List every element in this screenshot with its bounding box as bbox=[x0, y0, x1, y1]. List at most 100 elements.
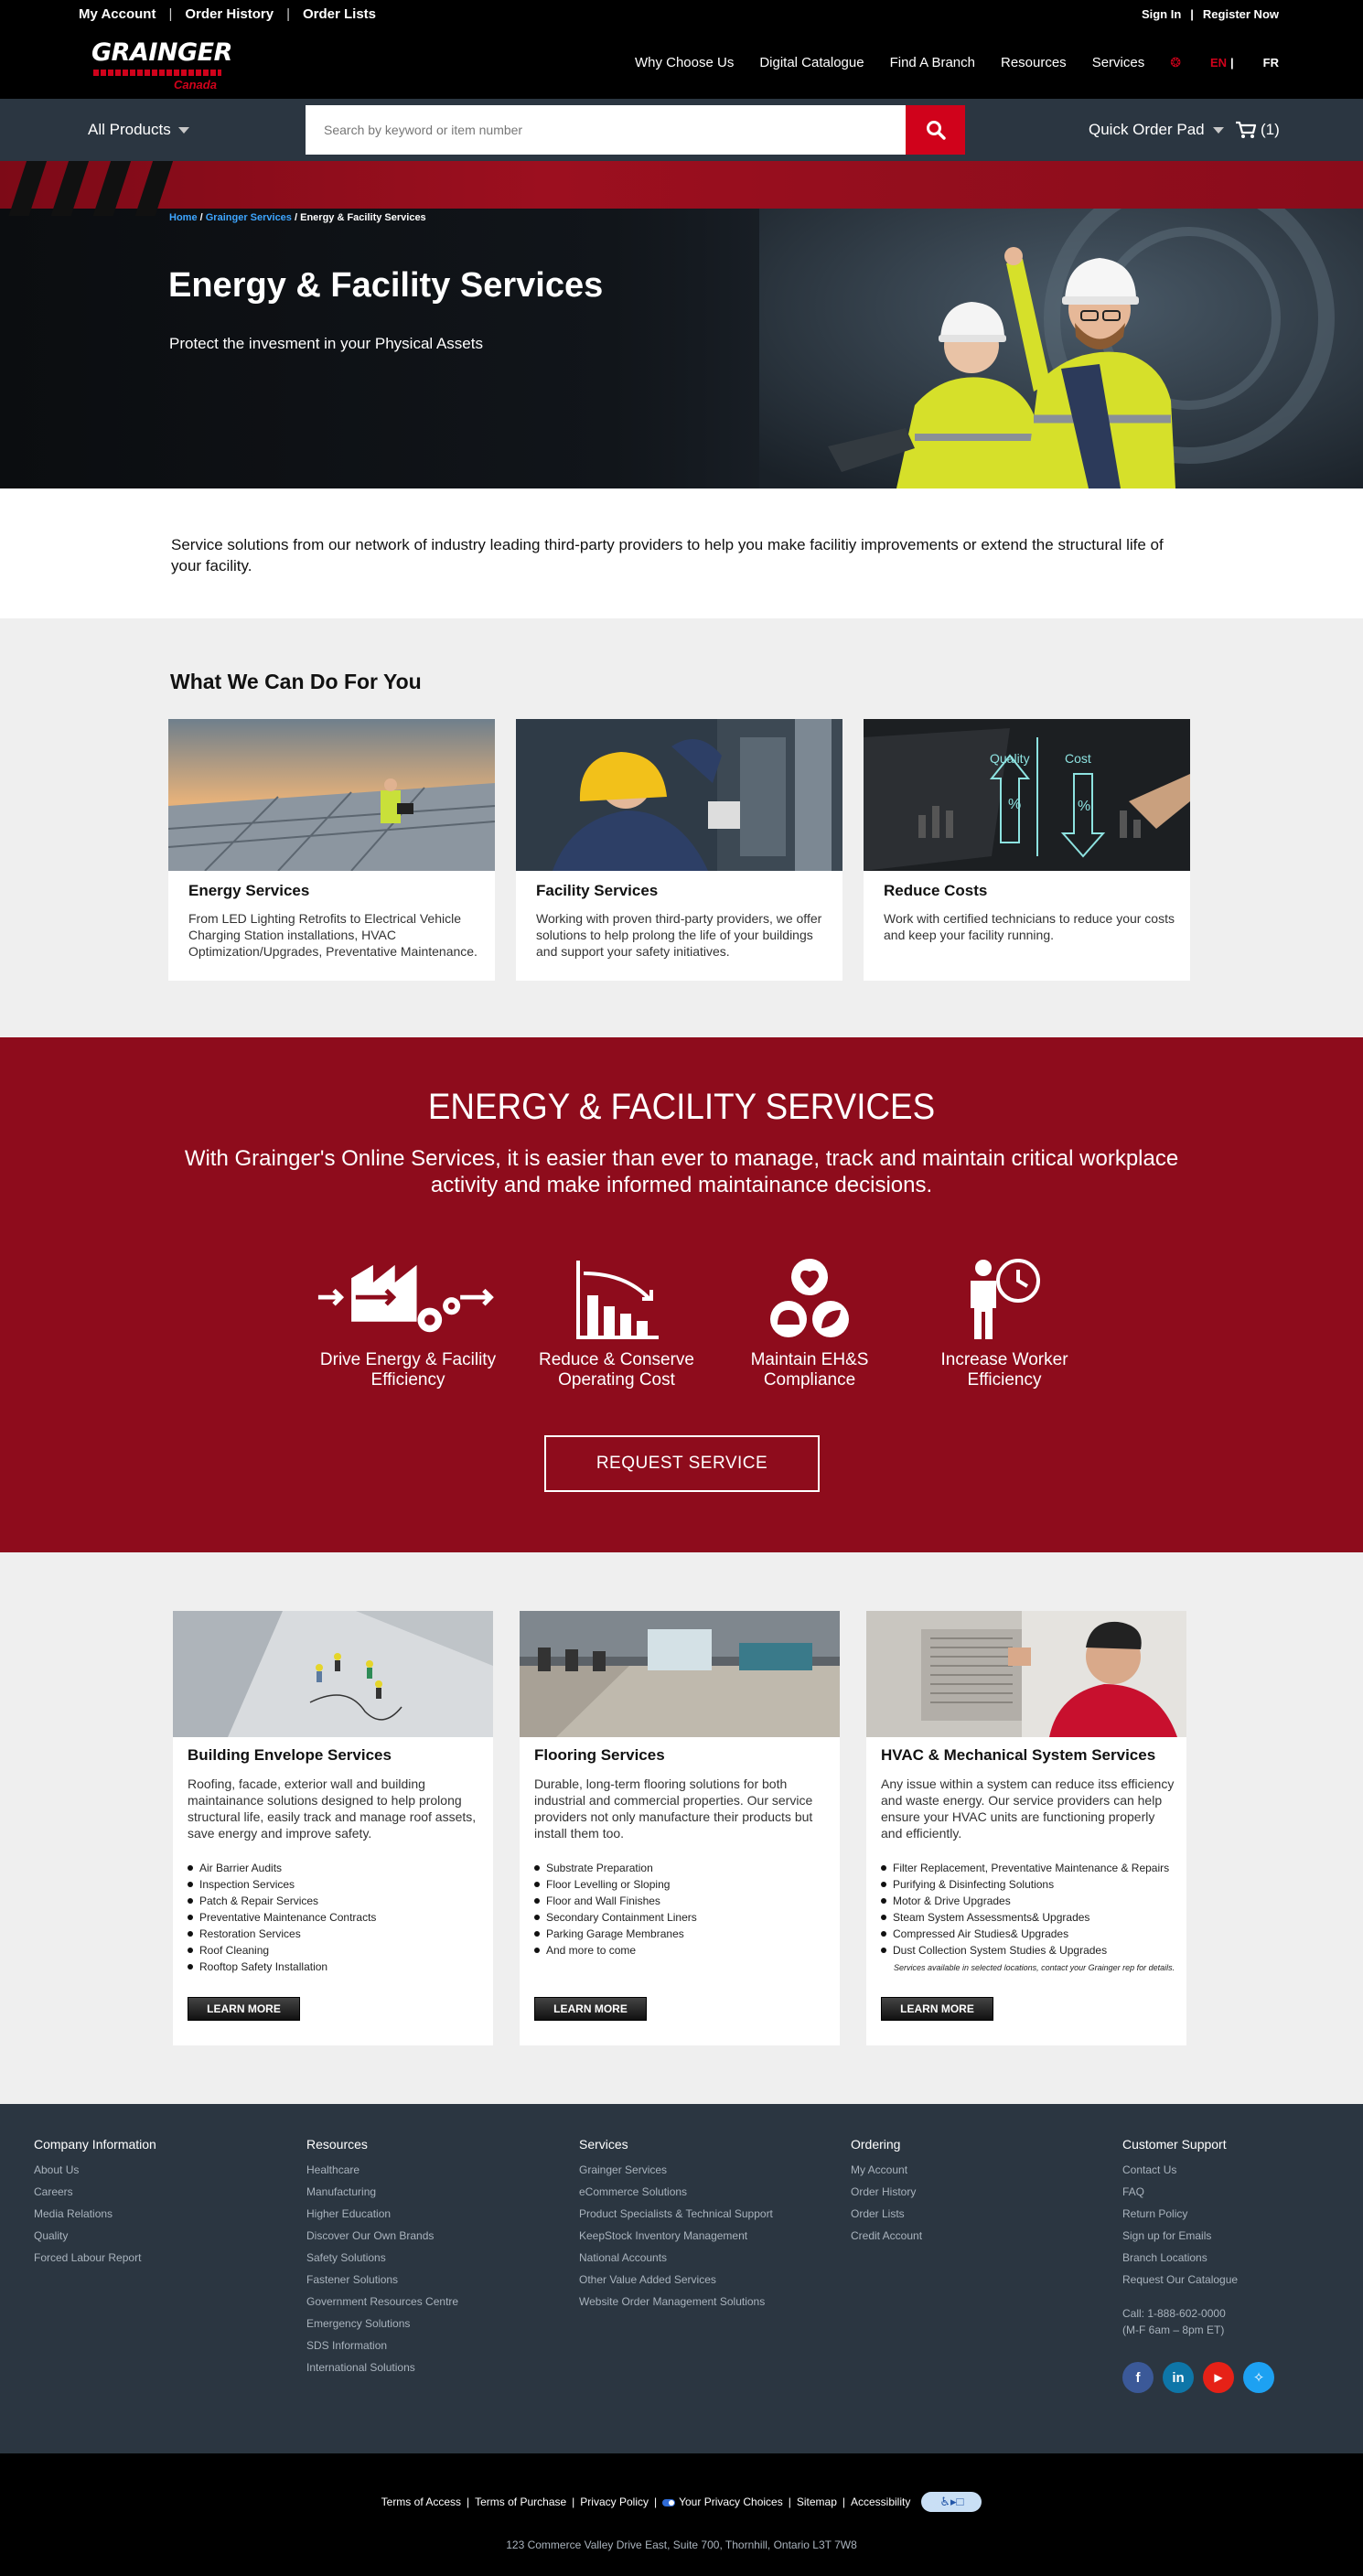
learn-more-button[interactable]: LEARN MORE bbox=[881, 1997, 993, 2021]
terms-of-purchase-link[interactable]: Terms of Purchase bbox=[475, 2496, 566, 2508]
footer-link[interactable]: Credit Account bbox=[851, 2225, 922, 2247]
terms-of-access-link[interactable]: Terms of Access bbox=[381, 2496, 461, 2508]
footer-link[interactable]: Branch Locations bbox=[1122, 2247, 1238, 2269]
footer-link[interactable]: Order History bbox=[851, 2181, 922, 2203]
footer-link[interactable]: National Accounts bbox=[579, 2247, 773, 2269]
card-title: Facility Services bbox=[536, 882, 659, 899]
footer-link[interactable]: Careers bbox=[34, 2181, 156, 2203]
auth-links: Sign In | Register Now bbox=[1142, 0, 1279, 27]
linkedin-icon[interactable]: in bbox=[1163, 2362, 1194, 2393]
section-heading: What We Can Do For You bbox=[170, 670, 422, 693]
search-button[interactable] bbox=[906, 105, 965, 155]
facebook-icon[interactable]: f bbox=[1122, 2362, 1154, 2393]
footer-link[interactable]: FAQ bbox=[1122, 2181, 1238, 2203]
twitter-icon[interactable]: ✧ bbox=[1243, 2362, 1274, 2393]
list-item: And more to come bbox=[534, 1942, 697, 1959]
footer-link[interactable]: International Solutions bbox=[306, 2356, 458, 2378]
search-input[interactable] bbox=[306, 105, 906, 155]
footer-link[interactable]: SDS Information bbox=[306, 2334, 458, 2356]
cart-button[interactable]: (1) bbox=[1235, 99, 1280, 161]
decorative-stripe bbox=[8, 161, 48, 216]
promo-heading: ENERGY & FACILITY SERVICES bbox=[427, 1087, 936, 1127]
footer-link[interactable]: Fastener Solutions bbox=[306, 2269, 458, 2291]
maple-leaf-icon: ❂ bbox=[1170, 55, 1181, 70]
search-icon bbox=[926, 121, 946, 140]
sign-in-link[interactable]: Sign In bbox=[1142, 7, 1181, 21]
footer-link[interactable]: Order Lists bbox=[851, 2203, 922, 2225]
request-service-button[interactable]: REQUEST SERVICE bbox=[544, 1435, 820, 1492]
grainger-logo[interactable]: GRAINGER Canada bbox=[91, 38, 238, 93]
accessibility-link[interactable]: Accessibility bbox=[851, 2496, 910, 2508]
separator: | bbox=[467, 2496, 470, 2508]
intro-section: Service solutions from our network of in… bbox=[0, 488, 1363, 618]
separator: | bbox=[286, 5, 290, 22]
flooring-services-card: Flooring Services Durable, long-term flo… bbox=[520, 1611, 840, 2045]
footer-link[interactable]: Request Our Catalogue bbox=[1122, 2269, 1238, 2291]
footer-link[interactable]: Sign up for Emails bbox=[1122, 2225, 1238, 2247]
nav-resources[interactable]: Resources bbox=[1001, 55, 1067, 70]
footer-link[interactable]: eCommerce Solutions bbox=[579, 2181, 773, 2203]
footer-link[interactable]: Grainger Services bbox=[579, 2159, 773, 2181]
footer-link[interactable]: Emergency Solutions bbox=[306, 2313, 458, 2334]
reduce-costs-card[interactable]: % % Quality Cost Reduce Costs Work with … bbox=[864, 719, 1190, 981]
footer-link[interactable]: Higher Education bbox=[306, 2203, 458, 2225]
nav-why-choose-us[interactable]: Why Choose Us bbox=[635, 55, 734, 70]
list-item: Substrate Preparation bbox=[534, 1860, 697, 1876]
declining-bar-chart-icon bbox=[576, 1261, 659, 1339]
footer-link[interactable]: Manufacturing bbox=[306, 2181, 458, 2203]
breadcrumb-home[interactable]: Home bbox=[169, 212, 198, 223]
hvac-services-image bbox=[866, 1611, 1186, 1737]
footer-resources: Resources Healthcare Manufacturing Highe… bbox=[306, 2137, 458, 2378]
lang-en[interactable]: EN bbox=[1210, 56, 1227, 70]
nav-digital-catalogue[interactable]: Digital Catalogue bbox=[759, 55, 864, 70]
benefit-operating-cost: Reduce & Conserve Operating Cost bbox=[525, 1250, 708, 1390]
separator: | bbox=[572, 2496, 575, 2508]
footer-link[interactable]: Discover Our Own Brands bbox=[306, 2225, 458, 2247]
privacy-policy-link[interactable]: Privacy Policy bbox=[580, 2496, 649, 2508]
lang-fr[interactable]: FR bbox=[1263, 56, 1279, 70]
footer-link[interactable]: My Account bbox=[851, 2159, 922, 2181]
footer-link[interactable]: Safety Solutions bbox=[306, 2247, 458, 2269]
footer-link[interactable]: Contact Us bbox=[1122, 2159, 1238, 2181]
company-address: 123 Commerce Valley Drive East, Suite 70… bbox=[506, 2538, 857, 2551]
breadcrumb-grainger-services[interactable]: Grainger Services bbox=[206, 212, 292, 223]
flooring-services-image bbox=[520, 1611, 840, 1737]
order-lists-link[interactable]: Order Lists bbox=[303, 6, 376, 22]
quick-order-pad[interactable]: Quick Order Pad bbox=[1089, 99, 1224, 161]
phone-number[interactable]: Call: 1-888-602-0000 bbox=[1122, 2305, 1226, 2322]
benefit-label: Drive Energy & Facility Efficiency bbox=[319, 1350, 497, 1390]
footer-link[interactable]: About Us bbox=[34, 2159, 156, 2181]
footer-link[interactable]: Website Order Management Solutions bbox=[579, 2291, 773, 2313]
main-nav: Why Choose Us Digital Catalogue Find A B… bbox=[609, 55, 1279, 70]
services-section: Building Envelope Services Roofing, faca… bbox=[0, 1552, 1363, 2104]
footer-link[interactable]: Media Relations bbox=[34, 2203, 156, 2225]
breadcrumb-current: Energy & Facility Services bbox=[300, 212, 426, 223]
footer-link[interactable]: Forced Labour Report bbox=[34, 2247, 156, 2269]
sitemap-link[interactable]: Sitemap bbox=[797, 2496, 837, 2508]
footer-link[interactable]: Quality bbox=[34, 2225, 156, 2247]
list-item: Parking Garage Membranes bbox=[534, 1926, 697, 1942]
nav-find-a-branch[interactable]: Find A Branch bbox=[890, 55, 975, 70]
learn-more-button[interactable]: LEARN MORE bbox=[188, 1997, 300, 2021]
accessibility-icon[interactable]: ♿▸□ bbox=[921, 2492, 982, 2512]
my-account-link[interactable]: My Account bbox=[79, 6, 156, 22]
footer-link[interactable]: KeepStock Inventory Management bbox=[579, 2225, 773, 2247]
support-hours: (M-F 6am – 8pm ET) bbox=[1122, 2324, 1225, 2336]
learn-more-button[interactable]: LEARN MORE bbox=[534, 1997, 647, 2021]
privacy-choices-link[interactable]: Your Privacy Choices bbox=[662, 2496, 783, 2508]
order-history-link[interactable]: Order History bbox=[185, 6, 274, 22]
cart-icon bbox=[1236, 121, 1257, 138]
footer-link[interactable]: Product Specialists & Technical Support bbox=[579, 2203, 773, 2225]
register-link[interactable]: Register Now bbox=[1203, 7, 1279, 21]
language-switcher: ❂ EN | FR bbox=[1170, 55, 1279, 70]
all-products-menu[interactable]: All Products bbox=[88, 99, 189, 161]
footer-link[interactable]: Healthcare bbox=[306, 2159, 458, 2181]
energy-services-card[interactable]: Energy Services From LED Lighting Retrof… bbox=[168, 719, 495, 981]
footer-link[interactable]: Government Resources Centre bbox=[306, 2291, 458, 2313]
footer-link[interactable]: Other Value Added Services bbox=[579, 2269, 773, 2291]
footer-link[interactable]: Return Policy bbox=[1122, 2203, 1238, 2225]
nav-services[interactable]: Services bbox=[1092, 55, 1145, 70]
facility-services-card[interactable]: Facility Services Working with proven th… bbox=[516, 719, 842, 981]
footer-services: Services Grainger Services eCommerce Sol… bbox=[579, 2137, 773, 2313]
youtube-icon[interactable]: ▶ bbox=[1203, 2362, 1234, 2393]
